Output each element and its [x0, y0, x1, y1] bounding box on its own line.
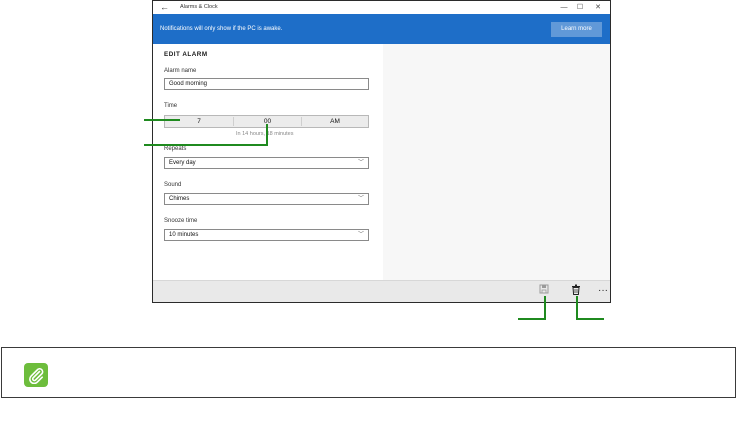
- edit-alarm-panel: EDIT ALARM Alarm name Good morning Time …: [153, 44, 610, 282]
- callout-line-delete-horizontal: [576, 318, 604, 320]
- paperclip-icon: [24, 363, 48, 387]
- callout-line-save-horizontal: [518, 318, 546, 320]
- callout-line-time: [144, 119, 180, 121]
- sound-label: Sound: [164, 182, 182, 188]
- maximize-button[interactable]: ☐: [574, 1, 586, 14]
- note-box: [1, 347, 736, 398]
- page-title: EDIT ALARM: [164, 51, 208, 58]
- snooze-value: 10 minutes: [169, 232, 199, 238]
- time-until-text: In 14 hours, 18 minutes: [236, 131, 294, 137]
- more-options-button[interactable]: ···: [598, 284, 608, 297]
- alarm-name-label: Alarm name: [164, 68, 197, 74]
- callout-line-minute: [144, 144, 268, 146]
- alarms-window: ← Alarms & Clock — ☐ ✕ Notifications wil…: [152, 0, 611, 303]
- repeats-dropdown[interactable]: Every day ﹀: [164, 157, 369, 169]
- time-label: Time: [164, 103, 178, 109]
- chevron-down-icon: ﹀: [357, 232, 364, 238]
- callout-line-minute-vertical: [266, 124, 268, 146]
- notification-text: Notifications will only show if the PC i…: [160, 26, 283, 32]
- chevron-down-icon: ﹀: [357, 160, 364, 166]
- empty-pane: [383, 44, 610, 282]
- sound-dropdown[interactable]: Chimes ﹀: [164, 193, 369, 205]
- callout-line-save: [544, 296, 546, 320]
- callout-line-delete: [576, 296, 578, 320]
- command-bar: ···: [153, 280, 610, 302]
- hour-picker[interactable]: 7: [165, 116, 233, 127]
- close-button[interactable]: ✕: [592, 1, 604, 14]
- repeats-value: Every day: [169, 160, 196, 166]
- snooze-label: Snooze time: [164, 218, 198, 224]
- title-bar: ← Alarms & Clock — ☐ ✕: [153, 1, 610, 14]
- repeats-label: Repeats: [164, 146, 187, 152]
- notification-banner: Notifications will only show if the PC i…: [153, 14, 610, 44]
- period-picker[interactable]: AM: [302, 116, 368, 127]
- back-button[interactable]: ←: [160, 1, 169, 14]
- sound-value: Chimes: [169, 196, 190, 202]
- window-title: Alarms & Clock: [180, 4, 218, 10]
- minimize-button[interactable]: —: [558, 1, 570, 14]
- alarm-name-input[interactable]: Good morning: [164, 78, 369, 90]
- chevron-down-icon: ﹀: [357, 196, 364, 202]
- snooze-dropdown[interactable]: 10 minutes ﹀: [164, 229, 369, 241]
- learn-more-button[interactable]: Learn more: [551, 22, 602, 37]
